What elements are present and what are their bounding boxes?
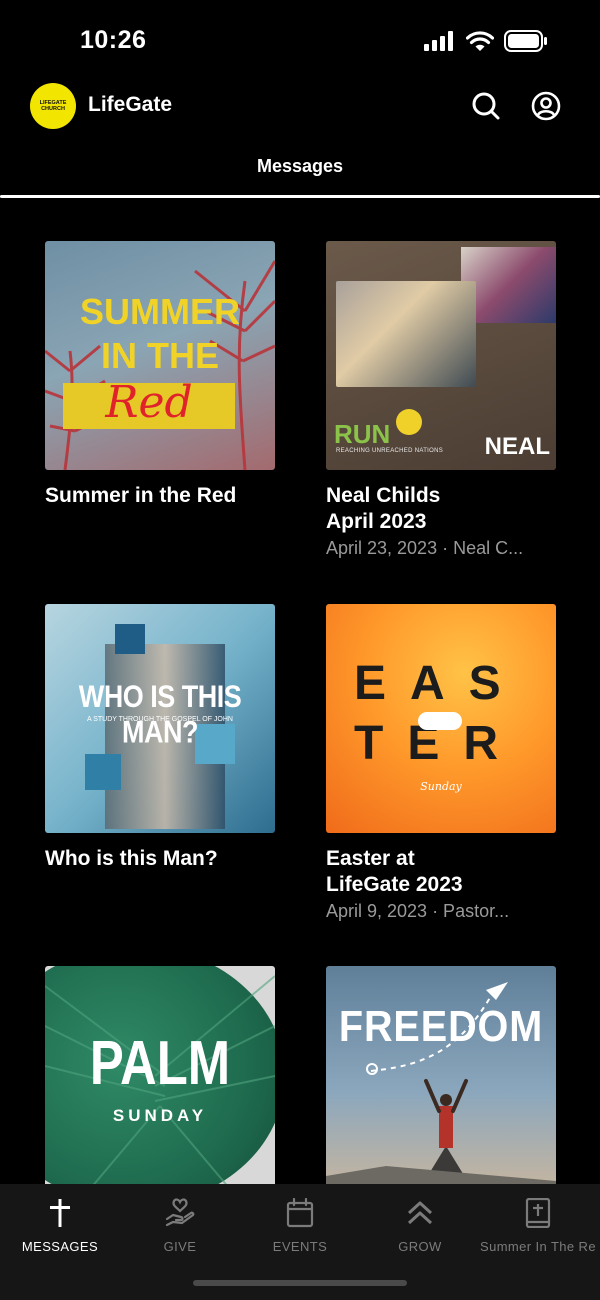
status-icons (424, 30, 548, 52)
art-title: WHO IS THIS MAN? (78, 679, 242, 750)
nav-label: MESSAGES (21, 1239, 99, 1254)
tab-messages[interactable]: Messages (0, 156, 600, 177)
couple-photo (336, 281, 476, 387)
series-card-palm-sunday[interactable]: PALM SUNDAY (45, 966, 275, 1184)
art-title-line-1: SUMMER (80, 291, 240, 332)
church-logo[interactable]: LIFEGATE CHURCH (30, 83, 76, 129)
nav-label: EVENTS (272, 1239, 328, 1254)
status-time: 10:26 (80, 26, 147, 54)
card-title: Neal Childs April 2023 (326, 484, 441, 533)
series-thumbnail: PALM SUNDAY (45, 966, 275, 1184)
series-card-easter[interactable]: EAS TER Sunday Easter at LifeGate 2023 A… (326, 604, 556, 923)
flight-path (326, 982, 556, 1184)
card-subtitle: April 23, 2023 · Neal C... (326, 538, 524, 558)
art-title: PALM (89, 1029, 231, 1098)
bible-icon (525, 1198, 551, 1228)
art-title-line-2: IN THE (100, 335, 219, 376)
app-title: LifeGate (88, 93, 173, 116)
nav-summer-in-the-red[interactable]: Summer In The Re (478, 1196, 598, 1260)
search-icon (472, 92, 500, 120)
messages-grid: SUMMER IN THE Red Summer in the Red RUN … (0, 240, 600, 1184)
card-title: Summer in the Red (45, 484, 237, 507)
home-indicator[interactable] (193, 1280, 407, 1286)
battery-icon (504, 30, 547, 52)
series-thumbnail: EAS TER Sunday (326, 604, 556, 833)
nav-events[interactable]: EVENTS (240, 1196, 360, 1260)
cross-icon (50, 1199, 70, 1227)
art-subtitle: SUNDAY (112, 1106, 208, 1125)
art-subtitle: A STUDY THROUGH THE GOSPEL OF JOHN (87, 716, 233, 723)
series-thumbnail: RUN REACHING UNREACHED NATIONS NEAL (326, 241, 556, 470)
series-card-summer-in-the-red[interactable]: SUMMER IN THE Red Summer in the Red (45, 241, 275, 509)
series-card-who-is-this-man[interactable]: WHO IS THIS MAN? A STUDY THROUGH THE GOS… (45, 604, 275, 872)
run-tagline: REACHING UNREACHED NATIONS (336, 448, 444, 454)
series-card-freedom[interactable]: FREEDOM (326, 966, 556, 1184)
chevrons-up-icon (407, 1201, 433, 1225)
globe-mark (396, 409, 422, 435)
nav-label: GIVE (163, 1239, 197, 1254)
art-script: Sunday (420, 780, 462, 793)
logo-text-line-2: CHURCH (41, 106, 65, 112)
tab-active-indicator (0, 195, 600, 198)
status-bar: 10:26 (0, 0, 600, 80)
nav-give[interactable]: GIVE (120, 1196, 240, 1260)
series-thumbnail: SUMMER IN THE Red (45, 241, 275, 470)
series-thumbnail: WHO IS THIS MAN? A STUDY THROUGH THE GOS… (45, 604, 275, 833)
calendar-icon (286, 1198, 314, 1228)
cloud (418, 712, 462, 730)
run-logo-text: RUN (334, 419, 391, 449)
card-title: Who is this Man? (45, 847, 218, 870)
app-header: LIFEGATE CHURCH LifeGate (0, 80, 600, 132)
nav-label: Summer In The Re (480, 1239, 596, 1254)
give-icon (165, 1198, 195, 1227)
art-script-word: Red (105, 377, 193, 428)
series-thumbnail: FREEDOM (326, 966, 556, 1184)
tile (85, 754, 121, 790)
nav-grow[interactable]: GROW (360, 1196, 480, 1260)
search-button[interactable] (470, 90, 502, 122)
nav-messages[interactable]: MESSAGES (0, 1196, 120, 1260)
tab-bar: Messages (0, 148, 600, 198)
tile (115, 624, 145, 654)
signal-icon (424, 31, 453, 51)
wifi-icon (466, 30, 494, 51)
nav-label: GROW (398, 1239, 442, 1254)
art-text-line-1: EAS (354, 657, 525, 710)
card-subtitle: April 9, 2023 · Pastor... (326, 901, 510, 921)
card-title: Easter at LifeGate 2023 (326, 847, 463, 896)
neal-text: NEAL (484, 433, 550, 460)
series-card-neal-childs[interactable]: RUN REACHING UNREACHED NATIONS NEAL Neal… (326, 241, 556, 560)
profile-icon (531, 91, 561, 121)
profile-button[interactable] (530, 90, 562, 122)
